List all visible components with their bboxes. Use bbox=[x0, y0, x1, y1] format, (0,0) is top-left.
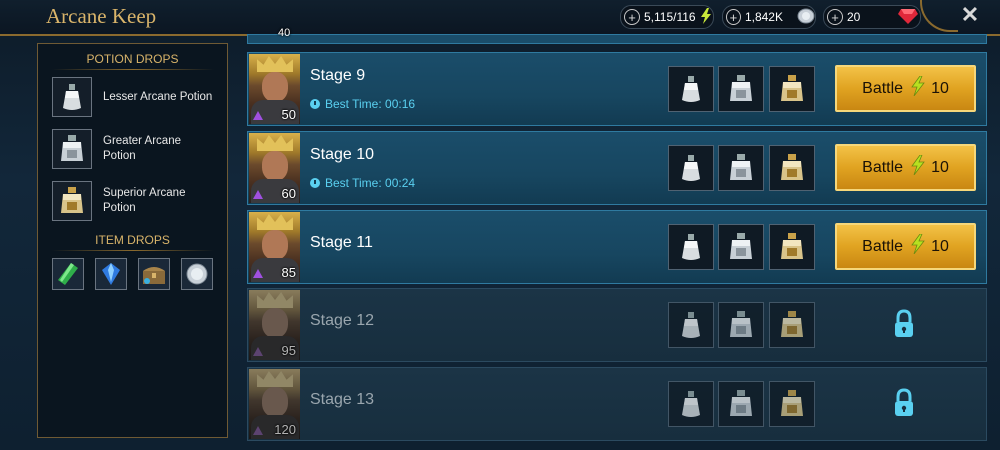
item-drops-title: ITEM DROPS bbox=[95, 233, 170, 247]
add-gems-icon[interactable]: + bbox=[827, 9, 843, 25]
crown-icon bbox=[257, 56, 293, 72]
superior-arcane-potion-icon[interactable] bbox=[769, 66, 815, 112]
crown-icon bbox=[257, 214, 293, 230]
rank-triangle-icon bbox=[253, 347, 263, 356]
gems-counter[interactable]: + 20 bbox=[823, 5, 921, 29]
potion-row-superior[interactable]: Superior Arcane Potion bbox=[52, 181, 213, 221]
rank-triangle-icon bbox=[253, 426, 263, 435]
potion-label: Lesser Arcane Potion bbox=[103, 90, 213, 103]
energy-icon bbox=[700, 7, 712, 27]
energy-cost: 10 bbox=[931, 79, 949, 97]
stage-name: Stage 9 bbox=[310, 67, 366, 84]
stage-level: 40 bbox=[278, 27, 291, 39]
energy-icon bbox=[911, 154, 925, 180]
silver-icon bbox=[797, 8, 815, 27]
add-energy-icon[interactable]: + bbox=[624, 9, 640, 25]
greater-arcane-potion-icon[interactable] bbox=[718, 224, 764, 270]
boss-portrait: 95 bbox=[249, 290, 300, 360]
silver-value: 1,842K bbox=[744, 10, 783, 24]
stage-level: 95 bbox=[281, 343, 296, 358]
best-time: Best Time: 00:16 bbox=[310, 97, 415, 111]
energy-counter[interactable]: + 5,115/116 bbox=[620, 5, 714, 29]
rank-triangle-icon bbox=[253, 269, 263, 278]
potion-row-lesser[interactable]: Lesser Arcane Potion bbox=[52, 77, 213, 117]
potion-label: Superior Arcane Potion bbox=[103, 187, 186, 214]
lesser-arcane-potion-icon[interactable] bbox=[668, 302, 714, 348]
potion-row-greater[interactable]: Greater Arcane Potion bbox=[52, 129, 213, 169]
energy-icon bbox=[911, 75, 925, 101]
best-time-text: Best Time: 00:24 bbox=[325, 176, 416, 190]
silver-coin-icon[interactable] bbox=[181, 258, 213, 290]
boss-portrait: 50 bbox=[249, 54, 300, 124]
silver-counter[interactable]: + 1,842K bbox=[722, 5, 816, 29]
stage-name: Stage 12 bbox=[310, 312, 375, 329]
stage-name: Stage 11 bbox=[310, 234, 373, 251]
superior-arcane-potion-icon[interactable] bbox=[769, 381, 815, 427]
boss-portrait: 85 bbox=[249, 212, 300, 282]
energy-cost: 10 bbox=[931, 158, 949, 176]
chest-icon[interactable] bbox=[138, 258, 170, 290]
stage-row[interactable]: 95 Stage 12 bbox=[247, 288, 987, 362]
battle-label: Battle bbox=[862, 79, 904, 97]
lock-icon bbox=[893, 388, 915, 423]
add-silver-icon[interactable]: + bbox=[726, 9, 741, 25]
stage-level: 50 bbox=[281, 107, 296, 122]
stage-row[interactable]: 60 Stage 10 Best Time: 00:24 Battle 10 bbox=[247, 131, 987, 205]
greater-arcane-potion-icon bbox=[52, 129, 92, 169]
stage-row[interactable]: 120 Stage 13 bbox=[247, 367, 987, 441]
best-time: Best Time: 00:24 bbox=[310, 176, 415, 190]
battle-label: Battle bbox=[862, 158, 904, 176]
stage-level: 60 bbox=[281, 186, 296, 201]
greater-arcane-potion-icon[interactable] bbox=[718, 381, 764, 427]
divider bbox=[52, 69, 214, 70]
stage-level: 120 bbox=[274, 422, 296, 437]
greater-arcane-potion-icon[interactable] bbox=[718, 302, 764, 348]
stage-name: Stage 10 bbox=[310, 146, 375, 163]
superior-arcane-potion-icon[interactable] bbox=[769, 302, 815, 348]
lesser-arcane-potion-icon[interactable] bbox=[668, 381, 714, 427]
battle-button[interactable]: Battle 10 bbox=[835, 223, 976, 270]
energy-icon bbox=[911, 233, 925, 259]
lesser-arcane-potion-icon[interactable] bbox=[668, 224, 714, 270]
superior-arcane-potion-icon bbox=[52, 181, 92, 221]
superior-arcane-potion-icon[interactable] bbox=[769, 145, 815, 191]
crown-icon bbox=[257, 292, 293, 308]
blue-artifact-icon[interactable] bbox=[95, 258, 127, 290]
greater-arcane-potion-icon[interactable] bbox=[718, 66, 764, 112]
clock-icon bbox=[310, 99, 320, 109]
rank-triangle-icon bbox=[253, 111, 263, 120]
boss-portrait: 120 bbox=[249, 369, 300, 439]
stage-name: Stage 13 bbox=[310, 391, 375, 408]
energy-cost: 10 bbox=[931, 237, 949, 255]
lock-icon bbox=[893, 309, 915, 344]
stage-row[interactable]: 85 Stage 11 Battle 10 bbox=[247, 210, 987, 284]
rank-triangle-icon bbox=[253, 190, 263, 199]
crown-icon bbox=[257, 371, 293, 387]
stage-row[interactable]: 50 Stage 9 Best Time: 00:16 Battle 10 bbox=[247, 52, 987, 126]
battle-button[interactable]: Battle 10 bbox=[835, 144, 976, 191]
stage-row-partial: 40 bbox=[247, 27, 987, 44]
potion-label: Greater Arcane Potion bbox=[103, 135, 181, 162]
ruby-icon bbox=[898, 8, 919, 27]
divider bbox=[52, 250, 214, 251]
lesser-arcane-potion-icon bbox=[52, 77, 92, 117]
close-button[interactable]: ✕ bbox=[958, 2, 982, 28]
energy-value: 5,115/116 bbox=[644, 10, 696, 24]
greater-arcane-potion-icon[interactable] bbox=[718, 145, 764, 191]
best-time-text: Best Time: 00:16 bbox=[325, 97, 416, 111]
stage-level: 85 bbox=[281, 265, 296, 280]
drops-panel: POTION DROPS Lesser Arcane Potion Greate… bbox=[37, 43, 228, 438]
clock-icon bbox=[310, 178, 320, 188]
lesser-arcane-potion-icon[interactable] bbox=[668, 66, 714, 112]
superior-arcane-potion-icon[interactable] bbox=[769, 224, 815, 270]
lesser-arcane-potion-icon[interactable] bbox=[668, 145, 714, 191]
battle-button[interactable]: Battle 10 bbox=[835, 65, 976, 112]
boss-portrait: 60 bbox=[249, 133, 300, 203]
battle-label: Battle bbox=[862, 237, 904, 255]
gems-value: 20 bbox=[847, 10, 861, 24]
green-artifact-icon[interactable] bbox=[52, 258, 84, 290]
potion-drops-title: POTION DROPS bbox=[86, 52, 179, 66]
crown-icon bbox=[257, 135, 293, 151]
page-title: Arcane Keep bbox=[46, 4, 157, 28]
